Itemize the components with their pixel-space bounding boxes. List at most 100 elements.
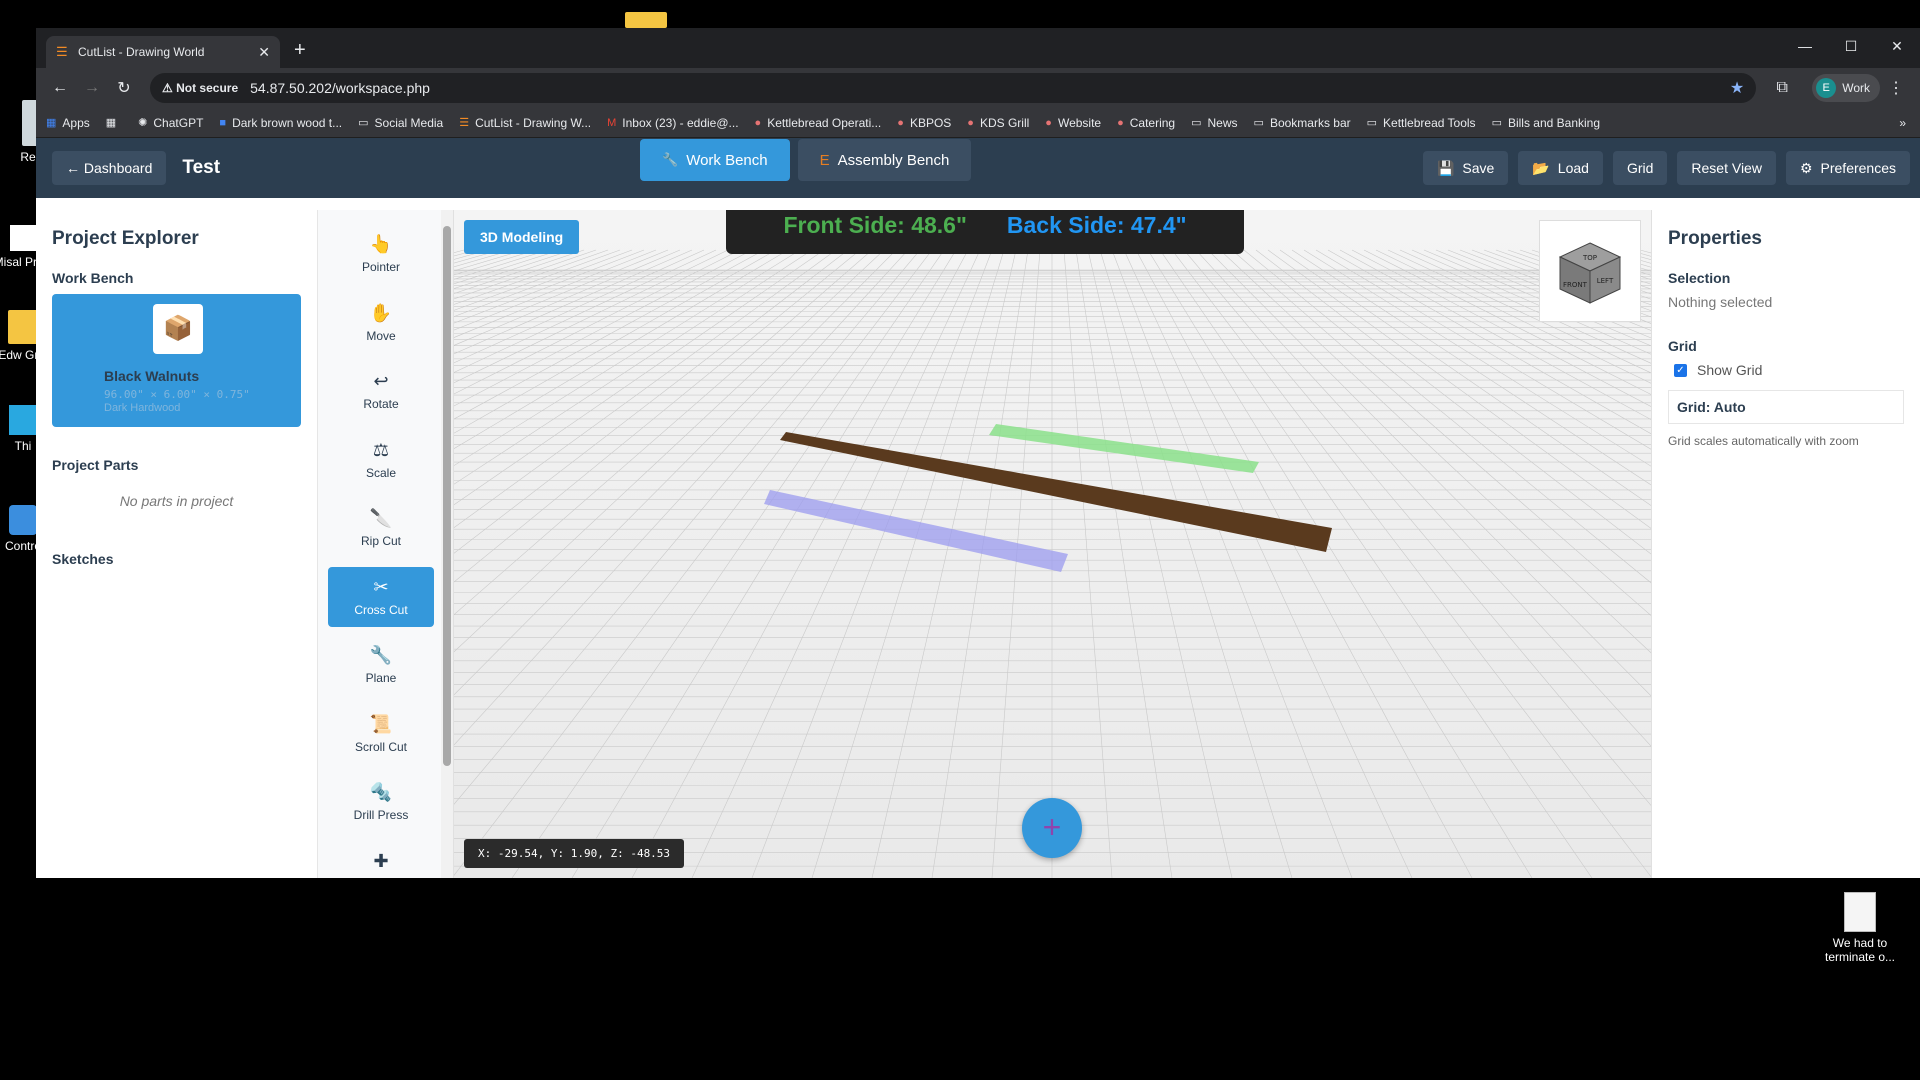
bench-tabs: 🔧 Work Bench E Assembly Bench [640, 139, 979, 181]
reset-view-button[interactable]: Reset View [1677, 151, 1776, 185]
3d-viewport[interactable]: 3D Modeling Front Side: 48.6" Back Side:… [454, 210, 1651, 878]
tool-palette: 👆 Pointer ✋ Move ↩ Rotate ⚖ Scale 🔪 Rip Cut ✂ Cross… [318, 210, 454, 878]
bookmark-item[interactable]: M Inbox (23) - eddie@... [607, 116, 738, 130]
bookmark-item[interactable]: ▭ Bills and Banking [1492, 116, 1600, 130]
tab-work-bench[interactable]: 🔧 Work Bench [640, 139, 790, 181]
tool-rotate[interactable]: ↩ Rotate [328, 361, 434, 421]
viewport-scene[interactable] [454, 210, 1651, 878]
tool-plane[interactable]: 🔧 Plane [328, 635, 434, 695]
security-indicator[interactable]: ⚠ Not secure [162, 81, 238, 95]
scrollbar-thumb[interactable] [443, 226, 451, 766]
bookmark-item[interactable]: ▭ Social Media [358, 116, 443, 130]
reload-icon[interactable]: ↻ [108, 78, 140, 98]
bookmarks-overflow-icon[interactable]: » [1899, 116, 1906, 130]
tool-scrollbar[interactable] [441, 210, 453, 878]
3d-modeling-button[interactable]: 3D Modeling [464, 220, 580, 254]
tab-search-icon[interactable]: ⧉ [1766, 79, 1798, 97]
view-cube[interactable]: TOP FRONT LEFT [1539, 220, 1641, 322]
folder-icon: 📂 [1532, 159, 1550, 176]
tool-label: Cross Cut [354, 602, 408, 617]
grid-note: Grid scales automatically with zoom [1668, 434, 1859, 448]
tool-rip-cut[interactable]: 🔪 Rip Cut [328, 498, 434, 558]
address-bar[interactable]: ⚠ Not secure 54.87.50.202/workspace.php … [150, 73, 1757, 103]
tab-title: CutList - Drawing World [78, 45, 205, 59]
close-tab-icon[interactable]: ✕ [258, 44, 270, 61]
url-text[interactable]: 54.87.50.202/workspace.php [250, 80, 1730, 96]
grid-mode-select[interactable]: Grid: Auto [1668, 390, 1904, 424]
add-button[interactable]: + [1022, 798, 1082, 858]
tab-label: Work Bench [686, 151, 768, 169]
sketches-section-title[interactable]: Sketches [52, 551, 301, 567]
tool-drill-press[interactable]: 🔩 Drill Press [328, 772, 434, 832]
show-grid-label: Show Grid [1697, 362, 1763, 378]
bookmark-item[interactable]: ● Catering [1117, 116, 1175, 130]
folder-icon: ▭ [1253, 117, 1264, 129]
tool-cross-cut[interactable]: ✂ Cross Cut [328, 566, 434, 627]
close-window-icon[interactable]: ✕ [1874, 28, 1920, 64]
tool-label: Scale [365, 465, 397, 480]
bookmark-apps[interactable]: ▦ Apps [46, 116, 90, 130]
wrench-icon: 🔧 [369, 645, 393, 665]
bookmark-item[interactable]: ● Kettlebread Operati... [755, 116, 882, 130]
avatar: E [1816, 78, 1837, 98]
bookmark-chatgpt[interactable]: ✺ ChatGPT [138, 116, 203, 130]
kettlebread-icon: ● [967, 116, 974, 129]
folder-icon: ▭ [1491, 117, 1502, 129]
bookmark-item[interactable]: ■ Dark brown wood t... [219, 116, 342, 130]
cutlist-icon: ☰ [459, 117, 470, 129]
minimize-icon[interactable]: — [1782, 28, 1828, 64]
browser-toolbar: ← → ↻ ⚠ Not secure 54.87.50.202/workspac… [36, 68, 1920, 108]
bookmark-item[interactable]: ● Website [1045, 116, 1101, 130]
tool-scroll-cut[interactable]: 📜 Scroll Cut [328, 704, 434, 764]
dashboard-button[interactable]: ← Dashboard [52, 151, 167, 185]
show-grid-checkbox[interactable]: ✓ Show Grid [1674, 362, 1904, 378]
forward-icon[interactable]: → [76, 79, 108, 97]
board-card[interactable]: 📦 Black Walnuts 96.00" × 6.00" × 0.75" D… [52, 294, 301, 427]
bookmark-item[interactable]: ☰ CutList - Drawing W... [459, 116, 591, 130]
measurement-overlay: Front Side: 48.6" Back Side: 47.4" [726, 210, 1244, 254]
kettlebread-icon: ● [754, 116, 762, 129]
bookmark-item[interactable]: ▭ Kettlebread Tools [1367, 116, 1476, 130]
bookmark-item[interactable]: ● KDS Grill [967, 116, 1029, 130]
new-tab-button[interactable]: + [294, 39, 306, 62]
bookmark-item[interactable]: ▭ Bookmarks bar [1254, 116, 1351, 130]
checkbox-check-icon[interactable]: ✓ [1674, 363, 1687, 377]
bookmark-item[interactable]: ▦ [106, 116, 122, 129]
maximize-icon[interactable]: ☐ [1828, 28, 1874, 64]
tool-move[interactable]: ✋ Move [328, 293, 434, 353]
preferences-button[interactable]: ⚙ Preferences [1785, 151, 1910, 185]
tool-scale[interactable]: ⚖ Scale [328, 430, 434, 490]
control-panel-icon [9, 505, 37, 535]
bookmark-label: Catering [1129, 115, 1176, 130]
board-green[interactable] [989, 424, 1259, 473]
parts-section-title: Project Parts [52, 457, 139, 473]
saw-icon: 🔪 [369, 508, 393, 528]
back-icon[interactable]: ← [44, 79, 76, 97]
text-file-desktop-icon[interactable]: We had to terminate o... [1815, 892, 1905, 964]
load-button[interactable]: 📂 Load [1518, 151, 1603, 185]
folder-icon[interactable] [625, 12, 667, 28]
grid-button[interactable]: Grid [1612, 151, 1668, 185]
board-walnut[interactable] [780, 432, 1332, 552]
bookmark-star-icon[interactable]: ★ [1730, 78, 1744, 98]
bookmark-item[interactable]: ● KBPOS [897, 116, 951, 130]
gmail-icon: M [607, 116, 617, 129]
explorer-title: Project Explorer [52, 228, 199, 249]
menu-icon[interactable]: ⋮ [1880, 78, 1912, 98]
tab-strip: ☰ CutList - Drawing World ✕ + — ☐ ✕ [36, 28, 1920, 68]
save-button[interactable]: 💾 Save [1422, 151, 1509, 185]
puzzle-icon: ✚ [373, 850, 389, 871]
cutlist-favicon-icon: ☰ [56, 44, 68, 59]
browser-tab[interactable]: ☰ CutList - Drawing World ✕ [46, 36, 280, 68]
doc-icon: ■ [219, 116, 227, 129]
tool-pointer[interactable]: 👆 Pointer [328, 224, 434, 284]
tool-more[interactable]: ✚ [328, 841, 434, 879]
apps-grid-icon: ▦ [46, 117, 57, 129]
tab-assembly-bench[interactable]: E Assembly Bench [797, 139, 972, 181]
profile-button[interactable]: E Work [1812, 74, 1880, 102]
board-blue[interactable] [764, 490, 1068, 572]
gear-icon: ⚙ [1799, 159, 1813, 176]
view-cube-icon[interactable]: TOP FRONT LEFT [1540, 221, 1640, 321]
bookmark-item[interactable]: ▭ News [1191, 116, 1237, 130]
desktop-icon-label: Thi [14, 439, 32, 453]
